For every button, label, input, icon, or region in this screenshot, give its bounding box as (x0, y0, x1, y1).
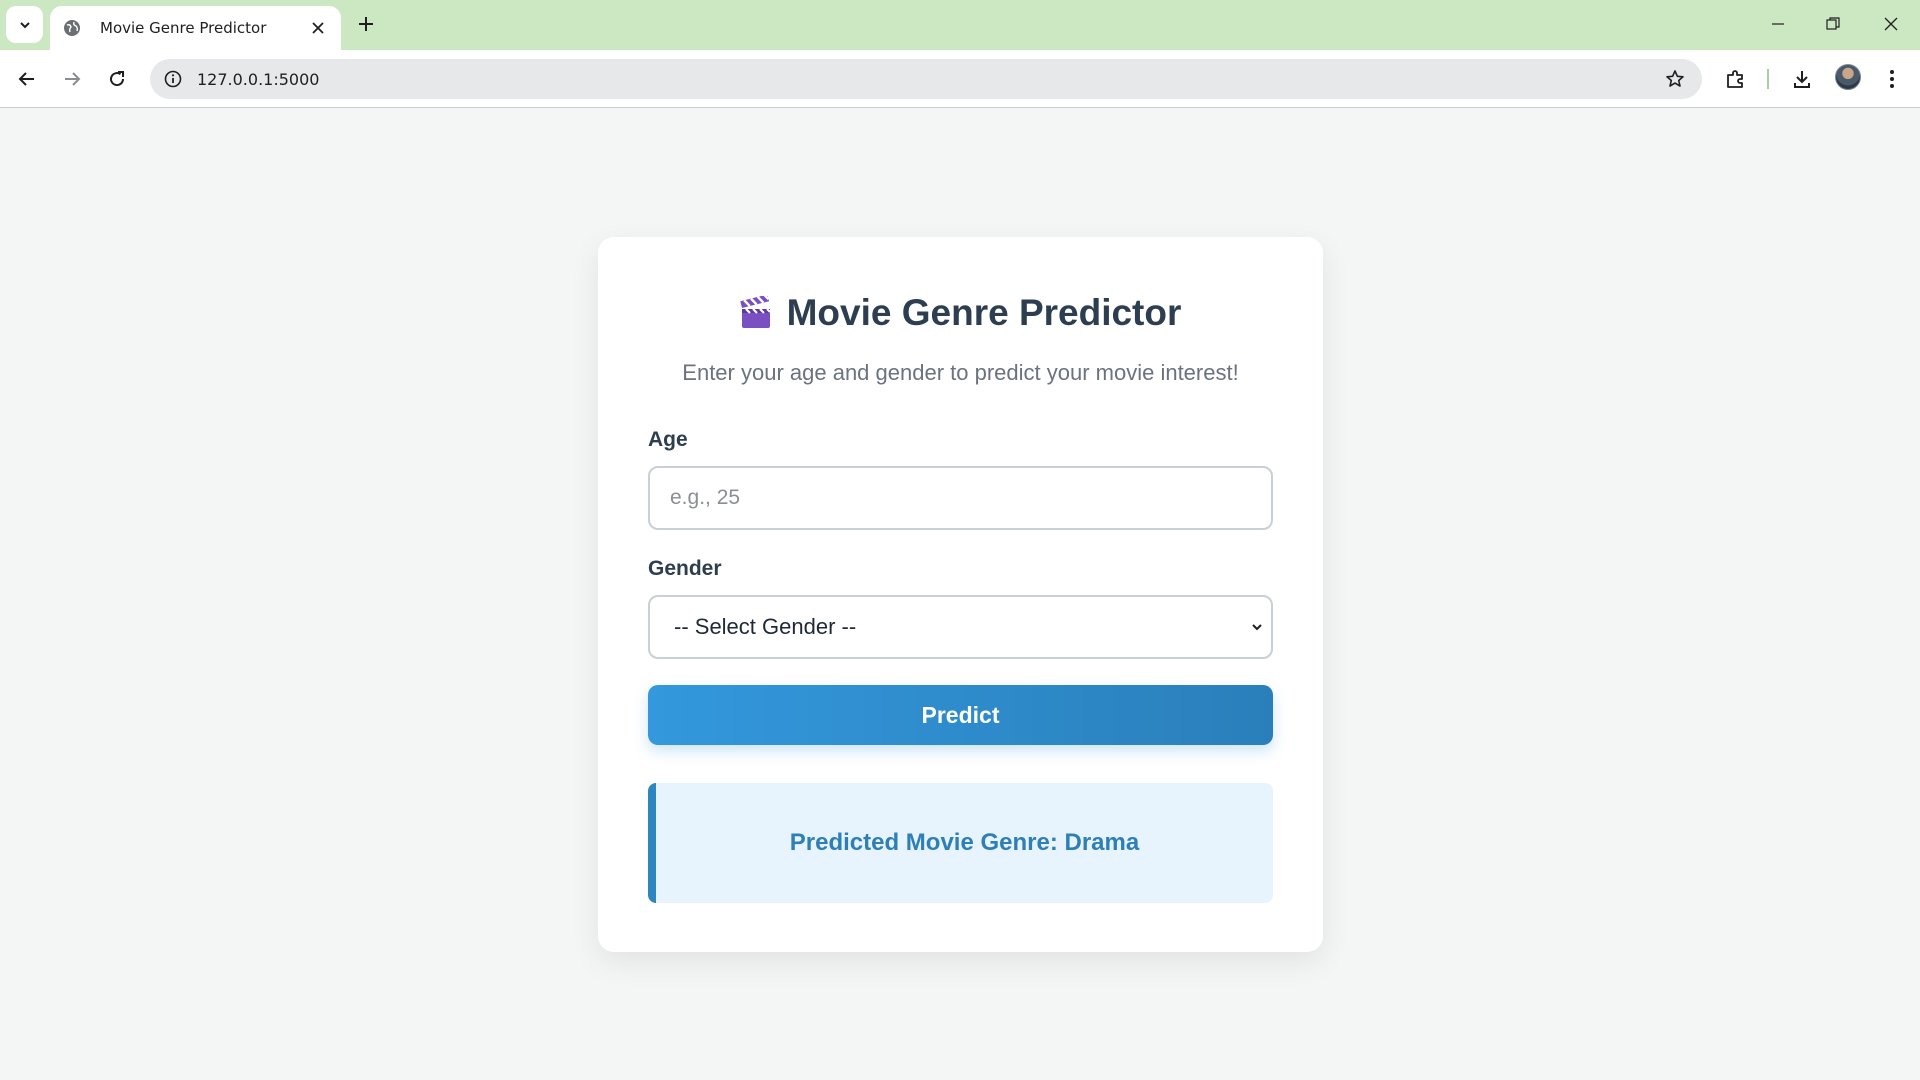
forward-arrow-icon[interactable] (56, 63, 88, 95)
gender-label: Gender (648, 557, 722, 580)
page-title-text: Movie Genre Predictor (786, 292, 1182, 333)
url-text: 127.0.0.1:5000 (197, 69, 320, 89)
gender-selected-value: -- Select Gender -- (674, 614, 857, 639)
browser-tab-bar: Movie Genre Predictor (0, 0, 1920, 50)
gender-select[interactable]: -- Select Gender -- (648, 595, 1273, 659)
new-tab-icon[interactable] (354, 12, 378, 36)
extensions-puzzle-icon[interactable] (1722, 65, 1750, 93)
chevron-down-icon (1249, 619, 1265, 635)
download-icon[interactable] (1788, 65, 1816, 93)
globe-icon (62, 18, 82, 38)
age-label: Age (648, 428, 688, 451)
page-title: Movie Genre Predictor (0, 292, 1920, 334)
site-info-icon[interactable] (162, 68, 184, 90)
back-arrow-icon[interactable] (11, 63, 43, 95)
address-bar[interactable]: 127.0.0.1:5000 (150, 59, 1702, 99)
restore-icon[interactable] (1813, 8, 1853, 40)
chevron-down-icon (19, 21, 30, 28)
tab-search-button[interactable] (6, 6, 43, 43)
prediction-result-box: Predicted Movie Genre: Drama (648, 783, 1273, 903)
browser-toolbar: 127.0.0.1:5000 (0, 50, 1920, 108)
close-tab-icon[interactable] (307, 17, 329, 39)
bookmark-star-icon[interactable] (1664, 68, 1686, 90)
profile-avatar[interactable] (1835, 64, 1861, 90)
clapperboard-icon (739, 296, 771, 328)
toolbar-separator (1767, 69, 1769, 89)
tab-title: Movie Genre Predictor (100, 19, 267, 37)
close-window-icon[interactable] (1871, 8, 1911, 40)
minimize-icon[interactable] (1758, 8, 1798, 40)
reload-icon[interactable] (101, 63, 133, 95)
tab-movie-genre-predictor[interactable]: Movie Genre Predictor (50, 6, 341, 50)
prediction-result-text: Predicted Movie Genre: Drama (789, 829, 1140, 856)
age-input[interactable] (648, 466, 1273, 530)
predict-button[interactable]: Predict (648, 685, 1273, 745)
menu-dots-icon[interactable] (1878, 65, 1906, 93)
page-subtitle: Enter your age and gender to predict you… (682, 360, 1239, 385)
